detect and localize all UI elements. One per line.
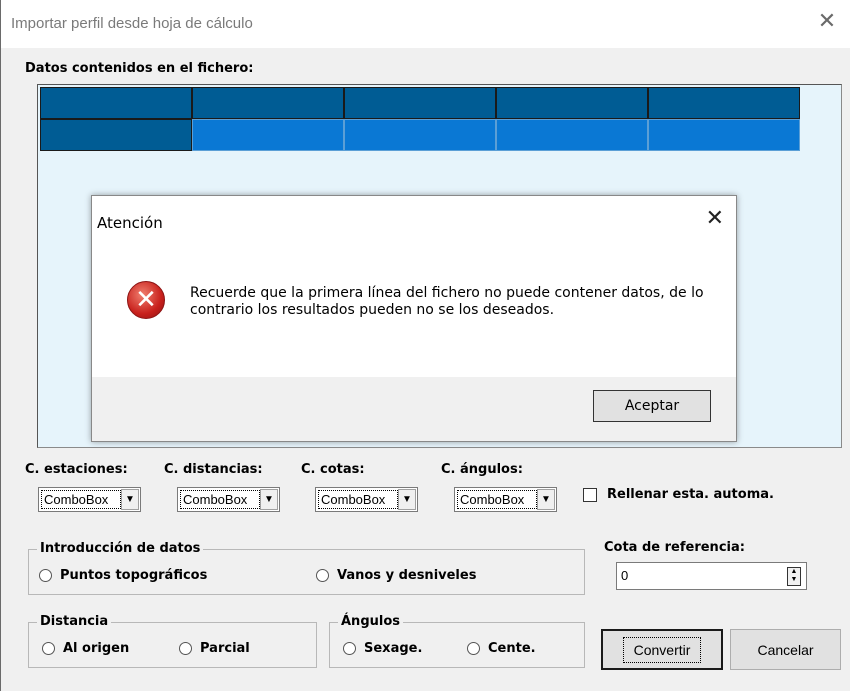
- dialog-close-icon[interactable]: ✕: [706, 206, 724, 231]
- cancel-button[interactable]: Cancelar: [730, 629, 841, 670]
- angulos-combo-value: ComboBox: [457, 490, 537, 509]
- radio-spans-levels[interactable]: Vanos y desniveles: [316, 568, 476, 583]
- import-window: Importar perfil desde hoja de cálculo ✕ …: [0, 0, 850, 691]
- radio-icon[interactable]: [39, 569, 52, 582]
- angulos-combo[interactable]: ComboBox ▼: [454, 487, 557, 512]
- distancias-combo-value: ComboBox: [180, 490, 260, 509]
- grid-cell[interactable]: [648, 119, 800, 151]
- autofill-label: Rellenar esta. automa.: [607, 487, 774, 502]
- spin-arrows-icon[interactable]: ▲ ▼: [787, 567, 801, 586]
- radio-from-origin-label: Al origen: [63, 641, 130, 656]
- grid-header-cell[interactable]: [496, 87, 648, 119]
- radio-icon[interactable]: [343, 642, 356, 655]
- estaciones-label: C. estaciones:: [25, 462, 128, 477]
- grid-row-header-cell[interactable]: [40, 119, 192, 151]
- reference-spinner[interactable]: 0 ▲ ▼: [616, 562, 807, 590]
- error-icon: ✕: [127, 281, 165, 319]
- radio-icon[interactable]: [179, 642, 192, 655]
- grid-header-row: [40, 87, 800, 119]
- radio-sexagesimal-label: Sexage.: [364, 641, 423, 656]
- radio-icon[interactable]: [316, 569, 329, 582]
- grid-cell[interactable]: [344, 119, 496, 151]
- entry-group: Introducción de datos Puntos topográfico…: [28, 541, 585, 595]
- grid-row-selected: [40, 119, 800, 151]
- convert-button-label: Convertir: [622, 636, 702, 663]
- distance-group-title: Distancia: [37, 614, 112, 629]
- chevron-down-icon[interactable]: ▼: [398, 489, 416, 510]
- grid-header-cell[interactable]: [40, 87, 192, 119]
- cotas-combo-value: ComboBox: [318, 490, 398, 509]
- radio-icon[interactable]: [42, 642, 55, 655]
- window-close-icon[interactable]: ✕: [813, 8, 841, 36]
- grid-header-cell[interactable]: [192, 87, 344, 119]
- radio-topographic-points-label: Puntos topográficos: [60, 568, 208, 583]
- convert-button[interactable]: Convertir: [601, 629, 723, 670]
- grid-label: Datos contenidos en el fichero:: [25, 61, 254, 76]
- grid-cell[interactable]: [496, 119, 648, 151]
- reference-label: Cota de referencia:: [604, 540, 745, 555]
- chevron-down-icon[interactable]: ▼: [260, 489, 278, 510]
- title-bar: Importar perfil desde hoja de cálculo ✕: [1, 0, 850, 48]
- reference-value: 0: [621, 568, 629, 583]
- grid-header-cell[interactable]: [344, 87, 496, 119]
- distancias-combo[interactable]: ComboBox ▼: [177, 487, 280, 512]
- angulos-label: C. ángulos:: [441, 462, 523, 477]
- radio-spans-levels-label: Vanos y desniveles: [337, 568, 477, 583]
- radio-from-origin[interactable]: Al origen: [42, 641, 129, 656]
- radio-centesimal-label: Cente.: [488, 641, 536, 656]
- ok-button[interactable]: Aceptar: [593, 390, 711, 422]
- radio-sexagesimal[interactable]: Sexage.: [343, 641, 422, 656]
- grid-cell[interactable]: [192, 119, 344, 151]
- chevron-down-icon[interactable]: ▼: [121, 489, 139, 510]
- autofill-checkbox[interactable]: [583, 488, 597, 502]
- cotas-label: C. cotas:: [301, 462, 365, 477]
- radio-partial-label: Parcial: [200, 641, 250, 656]
- distancias-label: C. distancias:: [164, 462, 263, 477]
- radio-partial[interactable]: Parcial: [179, 641, 250, 656]
- dialog-title: Atención: [97, 214, 163, 232]
- cotas-combo[interactable]: ComboBox ▼: [315, 487, 418, 512]
- grid-header-cell[interactable]: [648, 87, 800, 119]
- estaciones-combo-value: ComboBox: [41, 490, 121, 509]
- estaciones-combo[interactable]: ComboBox ▼: [38, 487, 141, 512]
- chevron-down-icon[interactable]: ▼: [537, 489, 555, 510]
- distance-group: Distancia Al origen Parcial: [28, 614, 317, 668]
- dialog-message: Recuerde que la primera línea del ficher…: [190, 285, 704, 318]
- radio-centesimal[interactable]: Cente.: [467, 641, 536, 656]
- radio-icon[interactable]: [467, 642, 480, 655]
- window-title: Importar perfil desde hoja de cálculo: [11, 15, 253, 32]
- entry-group-title: Introducción de datos: [37, 541, 204, 556]
- warning-dialog: Atención ✕ ✕ Recuerde que la primera lín…: [91, 195, 737, 442]
- angles-group: Ángulos Sexage. Cente.: [329, 614, 585, 668]
- angles-group-title: Ángulos: [338, 614, 404, 629]
- radio-topographic-points[interactable]: Puntos topográficos: [39, 568, 207, 583]
